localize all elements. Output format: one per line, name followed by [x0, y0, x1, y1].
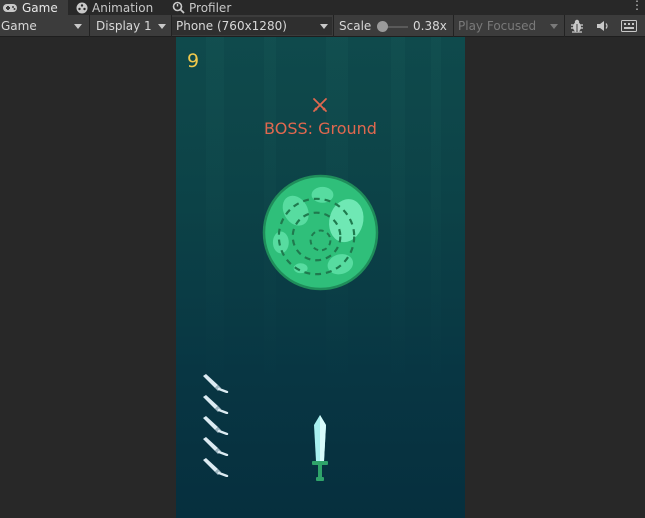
chevron-down-icon — [550, 24, 558, 29]
knife-icon — [203, 416, 229, 435]
chevron-down-icon — [320, 24, 328, 29]
tab-profiler[interactable]: Profiler — [172, 0, 244, 15]
scale-label: Scale — [339, 19, 372, 33]
profiler-icon — [172, 1, 185, 14]
gamepad-icon — [3, 3, 17, 12]
tab-animation[interactable]: Animation — [76, 0, 164, 15]
toolbar-divider — [564, 15, 565, 37]
player-sword[interactable] — [309, 415, 331, 483]
game-viewport: 9 BOSS: Ground — [0, 37, 645, 518]
play-mode-value: Play Focused — [458, 19, 537, 33]
scale-value: 0.38x — [413, 19, 447, 33]
tab-profiler-label: Profiler — [189, 0, 232, 15]
speaker-icon — [597, 21, 608, 31]
keyboard-icon — [621, 20, 637, 32]
boss-title: BOSS: Ground — [264, 119, 377, 138]
mute-audio-button[interactable] — [592, 17, 614, 35]
animation-icon — [76, 2, 88, 13]
chevron-down-icon — [158, 24, 166, 29]
tab-game-label: Game — [22, 0, 58, 15]
knives-remaining — [201, 373, 229, 485]
keyboard-shortcuts-button[interactable] — [618, 17, 640, 35]
toolbar-divider — [89, 15, 90, 37]
game-canvas[interactable]: 9 BOSS: Ground — [176, 37, 465, 518]
game-toolbar: Game Display 1 Phone (760x1280) Scale 0.… — [0, 15, 645, 37]
display-value: Display 1 — [96, 19, 152, 33]
scale-slider-thumb[interactable] — [377, 21, 388, 32]
tab-bar: Game Animation Profiler ⋮ — [0, 0, 645, 15]
bug-icon — [571, 19, 583, 33]
view-mode-value: Game — [1, 19, 37, 33]
knife-icon — [203, 395, 229, 414]
light-ray — [431, 37, 441, 397]
more-options-icon[interactable]: ⋮ — [631, 0, 643, 15]
play-mode-dropdown[interactable]: Play Focused — [455, 17, 562, 35]
tab-game[interactable]: Game — [0, 0, 68, 15]
debug-button[interactable] — [566, 17, 588, 35]
toolbar-divider — [453, 15, 454, 37]
view-mode-dropdown[interactable]: Game — [0, 17, 86, 35]
boss-planet — [262, 174, 379, 291]
crossed-swords-icon — [313, 98, 327, 112]
light-ray — [206, 37, 224, 397]
knife-icon — [203, 437, 229, 456]
light-ray — [391, 37, 405, 397]
chevron-down-icon — [74, 24, 82, 29]
knife-icon — [203, 458, 229, 477]
toolbar-divider — [333, 15, 334, 37]
display-dropdown[interactable]: Display 1 — [92, 17, 170, 35]
score-counter: 9 — [187, 50, 200, 72]
knife-icon — [203, 374, 229, 393]
tab-animation-label: Animation — [92, 0, 154, 15]
aspect-value: Phone (760x1280) — [176, 19, 287, 33]
aspect-dropdown[interactable]: Phone (760x1280) — [172, 17, 332, 35]
